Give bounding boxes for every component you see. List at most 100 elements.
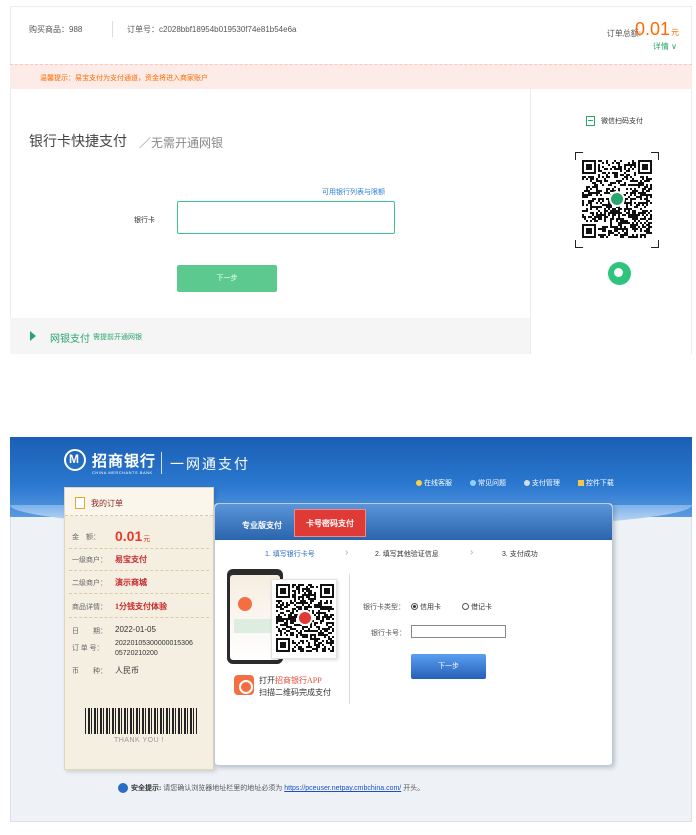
cmb-app-icon xyxy=(234,675,254,695)
tab-professional-pay[interactable]: 专业版支付 xyxy=(223,512,301,540)
chevron-right-icon: › xyxy=(470,547,474,558)
product-label: 购买商品： xyxy=(29,25,69,34)
card-type-label: 银行卡类型： xyxy=(363,603,405,611)
cmb-bank-en: CHINA MERCHANTS BANK xyxy=(92,470,153,475)
wechat-scan-label: 微信扫码支付 xyxy=(601,118,643,125)
wechat-pay-panel: 微信扫码支付 xyxy=(530,89,692,354)
plugin-download-link[interactable]: 控件下载 xyxy=(577,480,622,487)
next-step-button[interactable]: 下一步 xyxy=(177,265,277,292)
order-no-label: 订 单 号： xyxy=(72,644,104,652)
barcode-image xyxy=(85,708,197,734)
security-text: 请您确认浏览器地址栏里的地址必须为 xyxy=(163,785,283,792)
security-url-link[interactable]: https://pceuser.netpay.cmbchina.com/ xyxy=(284,785,401,792)
notice-text: 易宝支付为支付通道，资金将进入商家账户 xyxy=(75,75,208,82)
payment-method-title: 银行卡快捷支付 xyxy=(29,135,127,150)
divider xyxy=(69,593,209,594)
app-instruction-line1: 打开招商银行APP xyxy=(259,675,322,686)
amount-number: 0.01 xyxy=(115,528,143,544)
card-number-label: 银行卡 xyxy=(134,217,155,224)
cmb-slogan: 一网通支付 xyxy=(170,458,250,473)
step-2: 2. 填写其他验证信息 xyxy=(375,551,439,558)
currency-label: 币 种： xyxy=(72,667,107,675)
card-number-label: 银行卡号： xyxy=(371,629,406,637)
download-icon xyxy=(577,480,584,487)
app-name: 招商银行APP xyxy=(275,676,322,685)
payment-management-label: 支付管理 xyxy=(531,480,560,487)
cmb-header-links: 在线客服 常见问题 支付管理 控件下载 xyxy=(416,478,630,488)
service-icon xyxy=(416,480,422,487)
currency-value: 人民币 xyxy=(115,666,139,675)
step-3: 3. 支付成功 xyxy=(502,551,538,558)
tab-card-password-pay[interactable]: 卡号密码支付 xyxy=(294,509,366,537)
online-service-link[interactable]: 在线客服 xyxy=(416,480,460,487)
amount-value: 0.01元 xyxy=(115,528,150,544)
order-total-amount: 0.01元 xyxy=(635,19,679,40)
order-number-value: c2028bbf18954b019530f74e81b54e6a xyxy=(159,25,297,34)
online-service-label: 在线客服 xyxy=(424,480,452,487)
payment-management-link[interactable]: 支付管理 xyxy=(523,480,568,487)
netbank-payment-toggle[interactable]: 网银支付 需提前开通网银 xyxy=(10,318,530,354)
notice-prefix: 温馨提示： xyxy=(40,75,75,82)
netbank-sub: 需提前开通网银 xyxy=(93,334,142,341)
order-summary-bar: 购买商品：988 订单号：c2028bbf18954b019530f74e81b… xyxy=(10,6,692,64)
expand-arrow-icon xyxy=(30,331,36,341)
divider xyxy=(69,548,209,549)
bank-limits-link[interactable]: 可用银行列表与限额 xyxy=(322,187,385,197)
scan-icon xyxy=(586,116,595,126)
clipboard-icon xyxy=(75,497,85,509)
chevron-right-icon: › xyxy=(345,547,349,558)
credit-card-label: 信用卡 xyxy=(420,603,441,611)
plugin-download-label: 控件下载 xyxy=(585,480,614,487)
receipt-title: 我的订单 xyxy=(91,499,123,508)
payment-method-subtitle: ／无需开通网银 xyxy=(139,136,224,150)
product-value: 988 xyxy=(69,25,83,34)
order-total-value: 0.01 xyxy=(634,19,670,39)
merchant2-label: 二级商户： xyxy=(72,579,107,587)
details-link[interactable]: 详情 ∨ xyxy=(653,41,677,52)
amount-unit: 元 xyxy=(143,536,151,543)
debit-card-radio[interactable] xyxy=(462,603,469,610)
notice-banner: 温馨提示：易宝支付为支付通道，资金将进入商家账户 xyxy=(10,64,692,89)
security-label: 安全提示: xyxy=(131,784,162,792)
date-value: 2022-01-05 xyxy=(115,625,156,634)
order-total-unit: 元 xyxy=(671,28,679,37)
payment-tabs: 专业版支付 卡号密码支付 xyxy=(215,504,612,540)
order-number: 订单号：c2028bbf18954b019530f74e81b54e6a xyxy=(127,24,296,35)
vertical-divider xyxy=(349,574,350,704)
divider xyxy=(69,617,209,618)
wechat-qr-code xyxy=(575,152,659,248)
faq-link[interactable]: 常见问题 xyxy=(469,480,514,487)
credit-card-radio[interactable] xyxy=(411,603,418,610)
goods-label: 商品详情： xyxy=(72,603,107,611)
divider xyxy=(69,570,209,571)
cmb-next-button[interactable]: 下一步 xyxy=(411,654,486,679)
order-no-value-line1: 20220105300000015306 xyxy=(115,640,193,647)
goods-value: 1分钱支付体验 xyxy=(115,602,167,611)
order-number-label: 订单号： xyxy=(127,25,159,34)
thank-you-text: THANK YOU ! xyxy=(113,737,165,744)
cmb-qr-code xyxy=(271,579,337,659)
qr-code-image xyxy=(276,584,334,652)
product-info: 购买商品：988 xyxy=(29,24,82,35)
wechat-icon xyxy=(608,262,631,285)
security-tip: 安全提示: 请您确认浏览器地址栏里的地址必须为 https://pceuser.… xyxy=(118,783,425,794)
qr-corner xyxy=(651,152,659,160)
netbank-label: 网银支付 xyxy=(50,334,90,345)
security-suffix: 开头。 xyxy=(403,785,425,792)
cmb-logo-icon xyxy=(64,449,86,471)
card-number-input[interactable] xyxy=(411,625,506,638)
faq-icon xyxy=(469,480,476,487)
app-instruction-line2: 扫描二维码完成支付 xyxy=(259,688,331,697)
shield-icon xyxy=(118,783,128,794)
card-number-input[interactable] xyxy=(177,201,395,234)
app-open-prefix: 打开 xyxy=(259,676,275,685)
receipt-header: 我的订单 xyxy=(65,488,213,516)
order-receipt: 我的订单 金 额： 0.01元 一级商户： 易宝支付 二级商户： 演示商城 商品… xyxy=(64,487,214,770)
qr-corner xyxy=(575,240,583,248)
wechat-scan-tab[interactable]: 微信扫码支付 xyxy=(586,116,643,126)
progress-steps: 1. 填写银行卡号 › 2. 填写其他验证信息 › 3. 支付成功 xyxy=(215,544,612,566)
payment-page: 购买商品：988 订单号：c2028bbf18954b019530f74e81b… xyxy=(0,0,696,835)
cmb-payment-box: 专业版支付 卡号密码支付 1. 填写银行卡号 › 2. 填写其他验证信息 › 3… xyxy=(214,503,613,766)
qr-code-image xyxy=(582,160,652,238)
cmb-bank-name: 招商银行 xyxy=(92,454,157,470)
